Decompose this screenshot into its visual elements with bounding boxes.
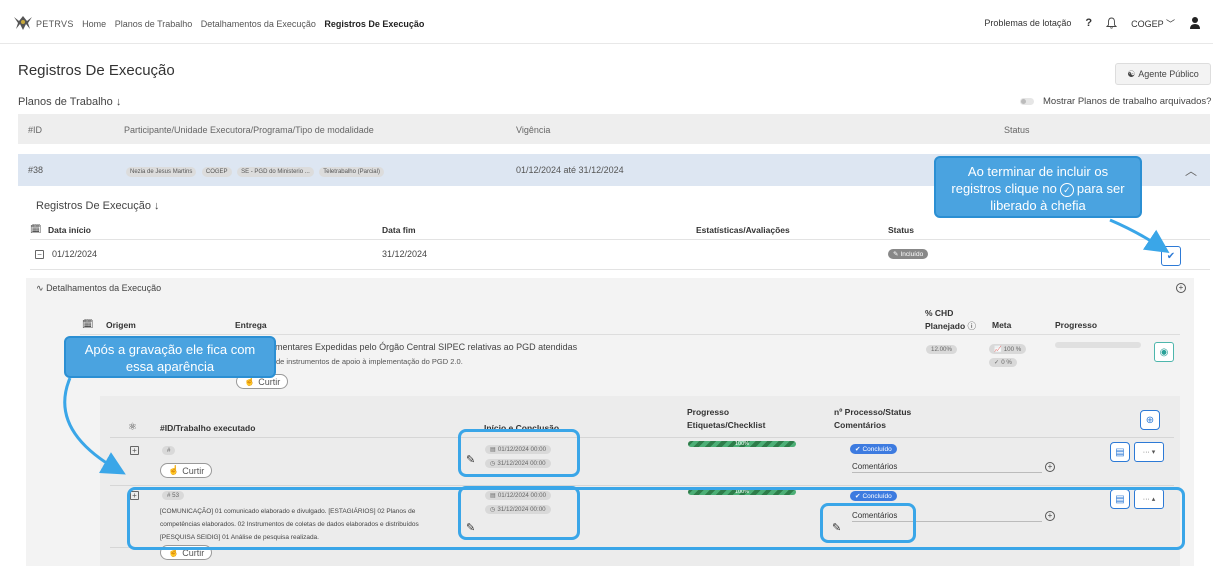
- arrow-to-trabalho-row: [63, 377, 126, 475]
- annotation-arrows: [63, 218, 1170, 475]
- arrow-to-check-button: [1109, 218, 1170, 253]
